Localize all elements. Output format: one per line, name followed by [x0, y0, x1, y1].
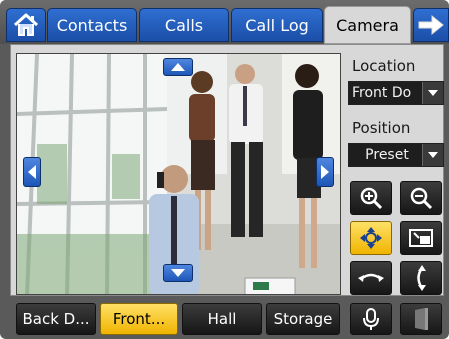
- preset-storage-label: Storage: [273, 310, 333, 328]
- vertical-sweep-button[interactable]: [400, 261, 442, 295]
- horizontal-sweep-button[interactable]: [350, 261, 392, 295]
- tab-call-log-label: Call Log: [245, 15, 309, 35]
- move-arrows-icon: [360, 227, 382, 249]
- arrow-right-small-icon: [321, 165, 329, 179]
- home-icon: [13, 13, 39, 36]
- pan-up-button[interactable]: [163, 58, 193, 76]
- fit-screen-button[interactable]: [400, 221, 442, 255]
- zoom-out-icon: [410, 187, 433, 210]
- tab-home[interactable]: [6, 8, 46, 42]
- location-dropdown[interactable]: Front Do: [348, 81, 444, 105]
- position-value: Preset: [365, 147, 409, 163]
- vertical-arrows-icon: [417, 265, 426, 291]
- pan-left-button[interactable]: [23, 157, 41, 187]
- position-label: Position: [352, 119, 411, 137]
- microphone-icon: [363, 308, 379, 330]
- tab-calls[interactable]: Calls: [139, 8, 229, 42]
- chevron-down-icon: [422, 144, 443, 166]
- zoom-in-icon: [360, 187, 383, 210]
- zoom-in-button[interactable]: [350, 181, 392, 215]
- fit-screen-icon: [409, 229, 433, 247]
- door-icon: [415, 308, 428, 330]
- tab-calls-label: Calls: [164, 15, 204, 35]
- tab-camera[interactable]: Camera: [324, 6, 411, 44]
- location-label: Location: [352, 57, 416, 75]
- camera-video-feed[interactable]: [16, 53, 341, 295]
- preset-hall-label: Hall: [207, 310, 237, 328]
- pan-down-button[interactable]: [163, 264, 193, 282]
- preset-front-button[interactable]: Front...: [100, 303, 178, 335]
- arrow-down-icon: [171, 269, 185, 277]
- arrow-up-icon: [171, 63, 185, 71]
- preset-bar: Back D... Front... Hall Storage: [10, 303, 444, 335]
- tab-contacts-label: Contacts: [56, 15, 128, 35]
- camera-image: [17, 54, 340, 294]
- pan-mode-button[interactable]: [350, 221, 392, 255]
- preset-hall-button[interactable]: Hall: [182, 303, 262, 335]
- chevron-down-icon: [422, 82, 443, 104]
- tab-call-log[interactable]: Call Log: [231, 8, 323, 42]
- microphone-button[interactable]: [350, 303, 392, 335]
- tab-next-button[interactable]: [413, 8, 449, 42]
- arrow-right-icon: [418, 14, 444, 36]
- location-value: Front Do: [352, 85, 412, 101]
- position-dropdown[interactable]: Preset: [348, 143, 444, 167]
- pan-right-button[interactable]: [316, 157, 334, 187]
- preset-front-label: Front...: [112, 310, 166, 328]
- preset-back-label: Back D...: [22, 310, 90, 328]
- camera-control-screen: Contacts Calls Call Log Camera Location …: [0, 0, 449, 339]
- horizontal-arrows-icon: [358, 273, 384, 282]
- arrow-left-icon: [28, 165, 36, 179]
- preset-back-door-button[interactable]: Back D...: [16, 303, 96, 335]
- preset-storage-button[interactable]: Storage: [266, 303, 340, 335]
- tab-camera-label: Camera: [336, 15, 399, 35]
- zoom-out-button[interactable]: [400, 181, 442, 215]
- tab-bar: Contacts Calls Call Log Camera: [0, 0, 449, 44]
- tab-contacts[interactable]: Contacts: [47, 8, 137, 42]
- door-button[interactable]: [400, 303, 442, 335]
